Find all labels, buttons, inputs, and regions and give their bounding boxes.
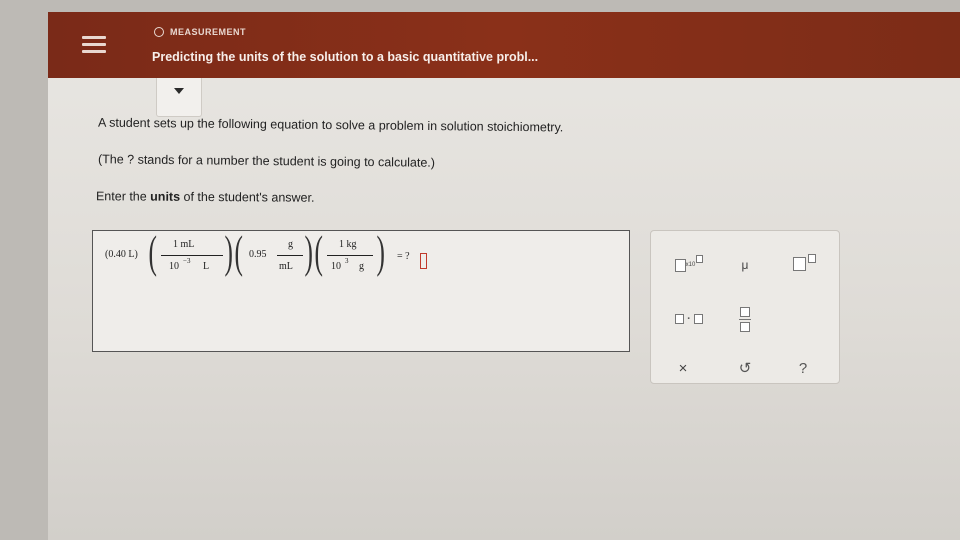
dot-operator: · [687, 313, 691, 325]
circle-icon [154, 27, 164, 37]
eq-fraction-bar [161, 255, 223, 256]
eq-frac1-den-exp: −3 [183, 257, 191, 265]
eq-coef-2: 0.95 [249, 249, 267, 260]
multiply-dot-button[interactable]: · [667, 307, 711, 331]
problem-line-1: A student sets up the following equation… [97, 115, 564, 135]
exponent-square-icon [807, 253, 816, 263]
eq-equals: = ? [397, 251, 410, 262]
undo-button[interactable]: ↺ [733, 357, 757, 379]
base-square-icon [792, 257, 806, 271]
instruction-suffix: of the student's answer. [180, 189, 315, 205]
eq-frac2-numerator: g [288, 239, 293, 250]
eq-fraction-bar [277, 255, 303, 256]
screen: MEASUREMENT Predicting the units of the … [48, 12, 960, 540]
answer-input-box[interactable]: (0.40 L) ( 1 mL 10 −3 L ) ( 0.95 g mL ) … [92, 226, 630, 352]
menu-icon-line [82, 36, 106, 39]
eq-paren: ( [148, 226, 157, 277]
problem-line-2: (The ? stands for a number the student i… [97, 152, 436, 170]
equation: (0.40 L) ( 1 mL 10 −3 L ) ( 0.95 g mL ) … [93, 226, 629, 351]
eq-paren: ) [304, 226, 313, 277]
answer-cursor[interactable] [420, 253, 427, 269]
header-bar: MEASUREMENT Predicting the units of the … [48, 12, 960, 78]
math-palette: x10 μ · × ↺ ? [650, 230, 840, 384]
instruction-prefix: Enter the [95, 189, 151, 204]
numerator-square-icon [740, 306, 750, 317]
eq-paren: ) [224, 226, 233, 277]
chevron-down-icon [174, 88, 184, 94]
eq-fraction-bar [327, 255, 373, 256]
eq-frac1-numerator: 1 mL [173, 239, 195, 250]
eq-frac3-numerator: 1 kg [339, 239, 357, 250]
eq-frac3-den-unit: g [359, 261, 364, 272]
breadcrumb-topic: MEASUREMENT [170, 27, 247, 37]
fraction-button[interactable] [733, 301, 757, 337]
eq-frac3-den-exp: 3 [345, 257, 349, 265]
menu-icon-line [82, 50, 106, 53]
micro-prefix-button[interactable]: μ [733, 255, 757, 275]
eq-term-1: (0.40 L) [105, 249, 138, 260]
clear-button[interactable]: × [671, 357, 695, 379]
eq-frac2-denominator: mL [279, 261, 293, 272]
denominator-square-icon [740, 321, 750, 332]
eq-paren: ( [234, 226, 243, 277]
instruction-bold: units [150, 189, 181, 204]
superscript-button[interactable] [787, 251, 821, 277]
problem-instruction: Enter the units of the student's answer. [96, 189, 315, 205]
eq-frac1-den-base: 10 [169, 261, 179, 272]
eq-frac3-den-base: 10 [331, 261, 341, 272]
factor-square-icon [693, 314, 703, 324]
help-button[interactable]: ? [791, 357, 815, 379]
expand-toggle-button[interactable] [156, 78, 202, 117]
eq-paren: ) [376, 226, 385, 277]
eq-frac1-den-unit: L [203, 261, 210, 272]
eq-paren: ( [314, 226, 323, 277]
page-title: Predicting the units of the solution to … [152, 50, 539, 64]
breadcrumb: MEASUREMENT [154, 27, 246, 37]
placeholder-square-icon [674, 258, 686, 272]
menu-icon-line [82, 43, 106, 46]
x10-label: x10 [685, 262, 696, 268]
sci-notation-button[interactable]: x10 [667, 253, 711, 277]
factor-square-icon [675, 314, 685, 324]
menu-button[interactable] [76, 32, 112, 56]
fraction-bar-icon [739, 318, 751, 320]
exponent-square-icon [696, 255, 704, 263]
